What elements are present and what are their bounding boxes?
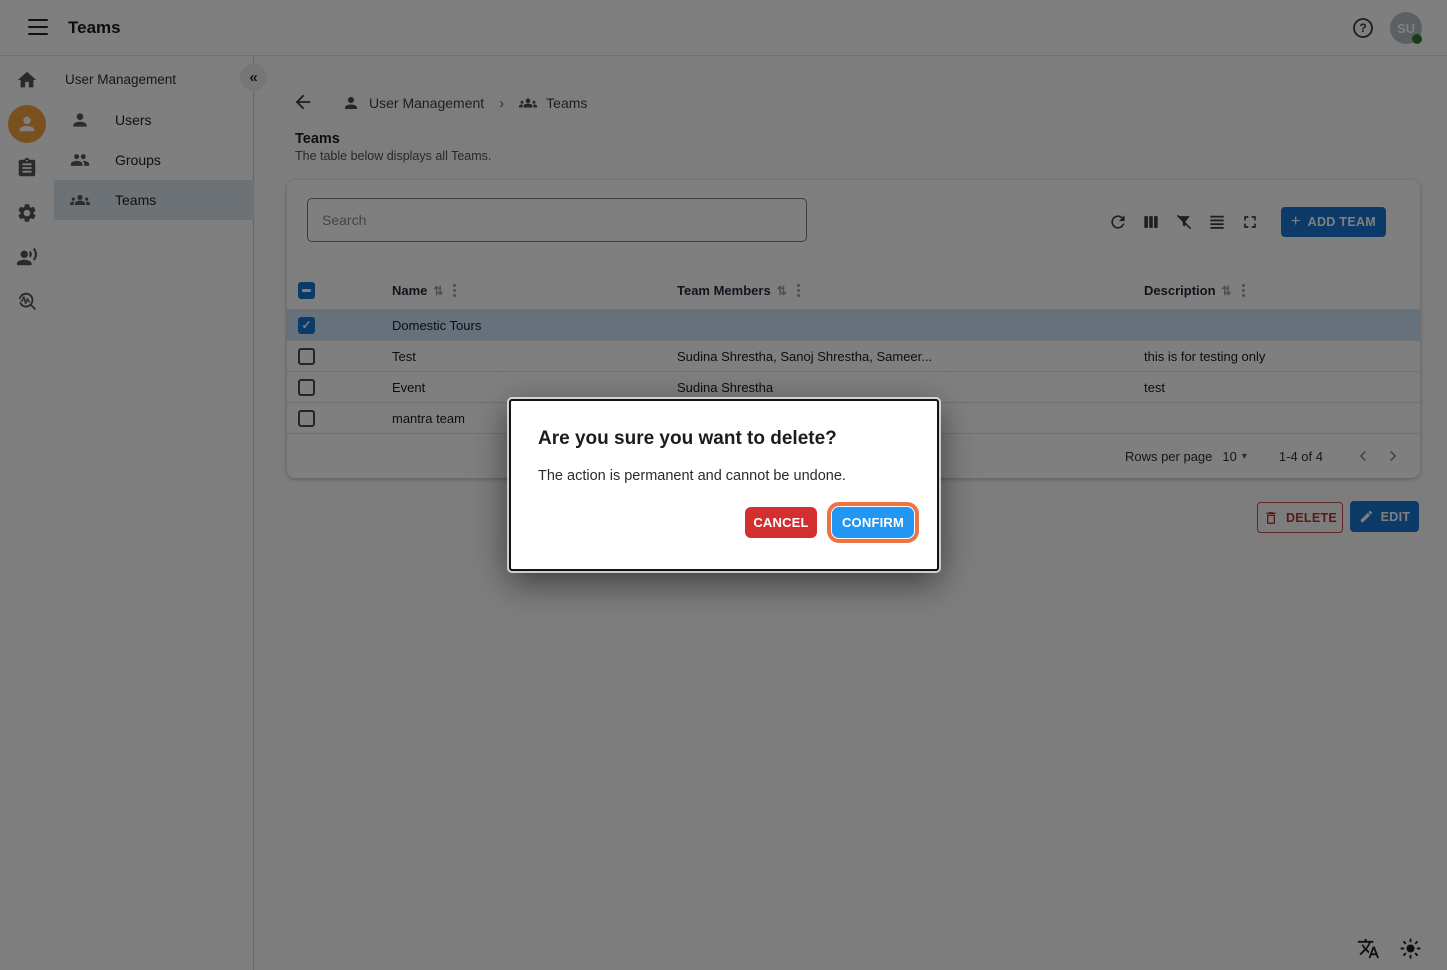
confirm-focus-ring: CONFIRM [827, 502, 919, 543]
cancel-button[interactable]: CANCEL [745, 507, 817, 538]
delete-confirmation-dialog: Are you sure you want to delete? The act… [509, 399, 939, 571]
confirm-button[interactable]: CONFIRM [832, 507, 914, 538]
dialog-title: Are you sure you want to delete? [538, 428, 837, 450]
dialog-actions: CANCEL CONFIRM [745, 502, 919, 543]
dialog-body-text: The action is permanent and cannot be un… [538, 468, 846, 484]
